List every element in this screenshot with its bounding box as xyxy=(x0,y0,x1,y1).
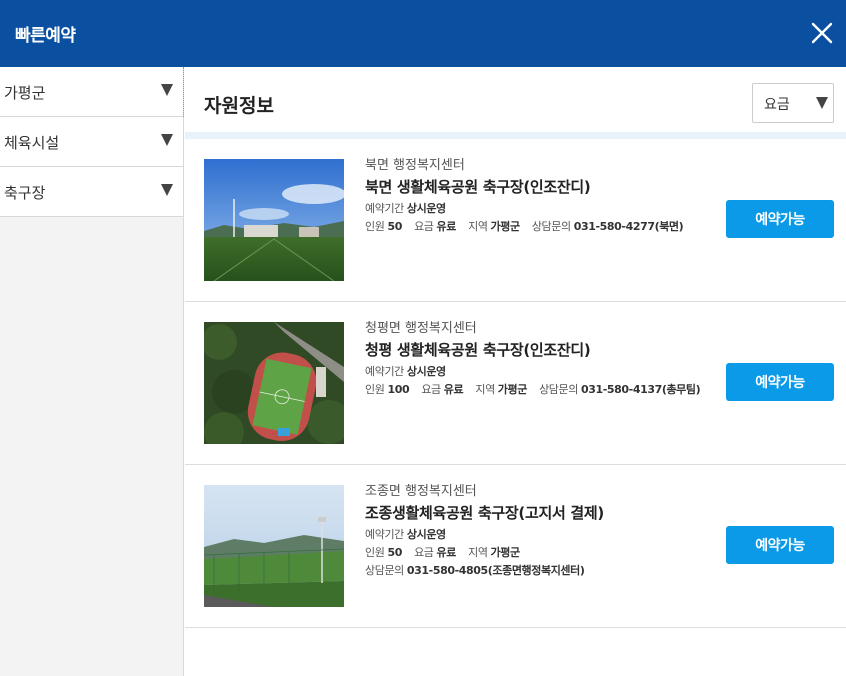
main-content: 자원정보 요금 북면 행정복지센터 북면 생활체육공원 축구장(인조잔디) 예약… xyxy=(185,67,846,676)
capacity-value: 50 xyxy=(387,220,402,233)
sort-select[interactable]: 요금 xyxy=(752,83,834,123)
period-value: 상시운영 xyxy=(406,202,446,215)
reserve-button[interactable]: 예약가능 xyxy=(726,200,834,238)
section-title: 자원정보 xyxy=(204,95,274,117)
region-label: 지역 xyxy=(468,220,488,233)
chevron-down-icon xyxy=(161,84,173,96)
region-value: 가평군 xyxy=(497,383,528,396)
capacity-label: 인원 xyxy=(365,546,385,559)
item-name[interactable]: 조종생활체육공원 축구장(고지서 결제) xyxy=(365,503,725,523)
reserve-button[interactable]: 예약가능 xyxy=(726,526,834,564)
item-period: 예약기간 상시운영 xyxy=(365,526,725,544)
fee-label: 요금 xyxy=(414,546,434,559)
item-org: 북면 행정복지센터 xyxy=(365,158,465,173)
item-contact: 상담문의 031-580-4805(조종면행정복지센터) xyxy=(365,562,725,580)
list-item: 조종면 행정복지센터 조종생활체육공원 축구장(고지서 결제) 예약기간 상시운영… xyxy=(185,465,846,628)
filter-region-select[interactable]: 가평군 xyxy=(0,67,184,117)
period-label: 예약기간 xyxy=(365,528,404,541)
region-value: 가평군 xyxy=(490,220,521,233)
chevron-down-icon xyxy=(816,97,828,109)
item-name[interactable]: 북면 생활체육공원 축구장(인조잔디) xyxy=(365,177,725,197)
item-details: 인원 50 요금 유료 지역 가평군 xyxy=(365,544,725,562)
filter-category-select[interactable]: 체육시설 xyxy=(0,117,183,167)
item-period: 예약기간 상시운영 xyxy=(365,200,725,218)
contact-value: 031-580-4805(조종면행정복지센터) xyxy=(406,564,585,577)
item-name[interactable]: 청평 생활체육공원 축구장(인조잔디) xyxy=(365,340,725,360)
region-label: 지역 xyxy=(468,546,488,559)
region-value: 가평군 xyxy=(490,546,521,559)
divider xyxy=(183,67,184,117)
item-org: 청평면 행정복지센터 xyxy=(365,321,477,336)
contact-label: 상담문의 xyxy=(531,220,571,233)
chevron-down-icon xyxy=(161,184,173,196)
capacity-value: 100 xyxy=(387,383,410,396)
fee-label: 요금 xyxy=(421,383,441,396)
page-title: 빠른예약 xyxy=(15,26,76,46)
list-item: 북면 행정복지센터 북면 생활체육공원 축구장(인조잔디) 예약기간 상시운영 인… xyxy=(185,139,846,302)
reserve-button[interactable]: 예약가능 xyxy=(726,363,834,401)
fee-label: 요금 xyxy=(414,220,434,233)
facility-photo[interactable] xyxy=(204,159,344,281)
capacity-label: 인원 xyxy=(365,383,385,396)
capacity-value: 50 xyxy=(387,546,402,559)
chevron-down-icon xyxy=(161,134,173,146)
contact-label: 상담문의 xyxy=(365,564,404,577)
close-icon[interactable] xyxy=(810,21,834,45)
item-details: 인원 50 요금 유료 지역 가평군 상담문의 031-580-4277(북면) xyxy=(365,218,725,236)
content-header: 자원정보 요금 xyxy=(185,67,846,139)
item-info: 청평면 행정복지센터 청평 생활체육공원 축구장(인조잔디) 예약기간 상시운영 … xyxy=(365,320,725,399)
item-info: 조종면 행정복지센터 조종생활체육공원 축구장(고지서 결제) 예약기간 상시운영… xyxy=(365,483,725,580)
facility-photo[interactable] xyxy=(204,322,344,444)
item-details: 인원 100 요금 유료 지역 가평군 상담문의 031-580-4137(총무팀) xyxy=(365,381,725,399)
item-org: 조종면 행정복지센터 xyxy=(365,484,477,499)
period-value: 상시운영 xyxy=(406,365,446,378)
contact-value: 031-580-4137(총무팀) xyxy=(580,383,701,396)
item-info: 북면 행정복지센터 북면 생활체육공원 축구장(인조잔디) 예약기간 상시운영 인… xyxy=(365,157,725,236)
period-label: 예약기간 xyxy=(365,365,404,378)
facility-photo[interactable] xyxy=(204,485,344,607)
list-item: 청평면 행정복지센터 청평 생활체육공원 축구장(인조잔디) 예약기간 상시운영 … xyxy=(185,302,846,465)
item-period: 예약기간 상시운영 xyxy=(365,363,725,381)
contact-label: 상담문의 xyxy=(539,383,578,396)
fee-value: 유료 xyxy=(436,546,457,559)
fee-value: 유료 xyxy=(443,383,464,396)
fee-value: 유료 xyxy=(436,220,457,233)
filter-category-label: 체육시설 xyxy=(4,134,60,152)
contact-value: 031-580-4277(북면) xyxy=(573,220,684,233)
filter-facility-label: 축구장 xyxy=(4,184,46,202)
period-label: 예약기간 xyxy=(365,202,404,215)
filter-sidebar: 가평군 체육시설 축구장 xyxy=(0,67,184,676)
filter-region-label: 가평군 xyxy=(4,84,46,102)
sort-value: 요금 xyxy=(764,97,790,113)
filter-facility-select[interactable]: 축구장 xyxy=(0,167,183,217)
capacity-label: 인원 xyxy=(365,220,385,233)
period-value: 상시운영 xyxy=(406,528,446,541)
header-bar: 빠른예약 xyxy=(0,0,846,67)
region-label: 지역 xyxy=(475,383,495,396)
